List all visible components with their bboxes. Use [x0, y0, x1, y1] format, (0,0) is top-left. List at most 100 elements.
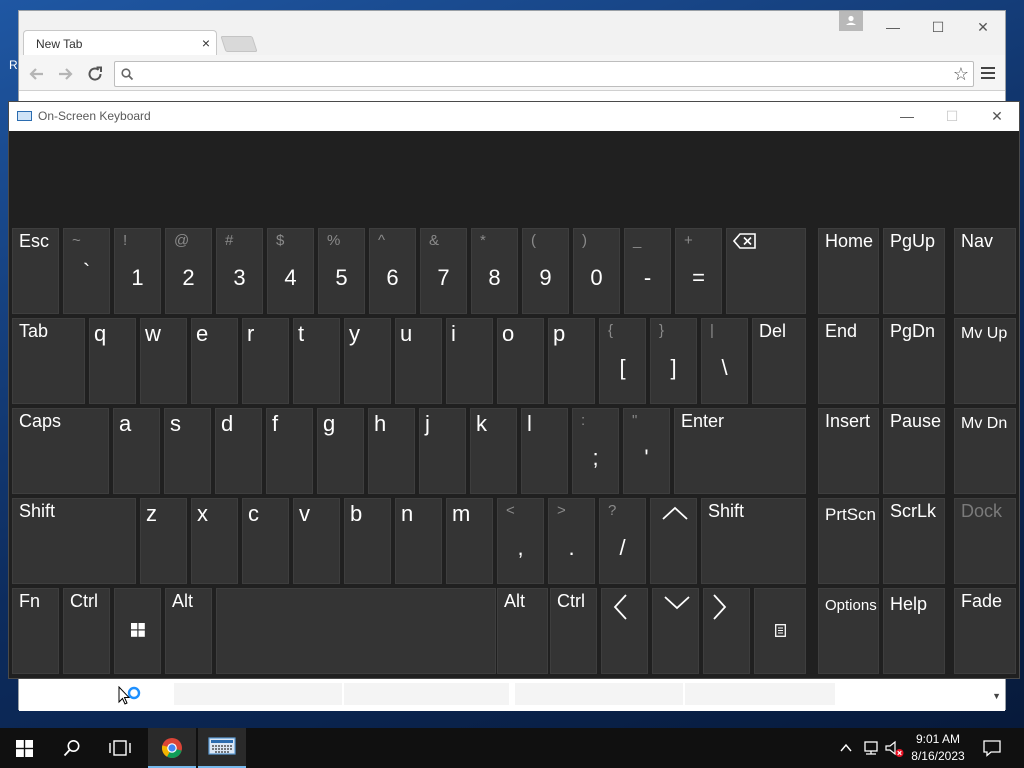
tab-new-tab[interactable]: New Tab ×: [23, 30, 217, 56]
key-f[interactable]: f: [266, 408, 313, 494]
key-q[interactable]: q: [89, 318, 136, 404]
chrome-menu-icon[interactable]: [981, 67, 995, 81]
key-fade[interactable]: Fade: [954, 588, 1016, 674]
key-esc[interactable]: Esc: [12, 228, 59, 314]
key-pgdn[interactable]: PgDn: [883, 318, 945, 404]
key-arrow-left[interactable]: [601, 588, 648, 674]
key-enter[interactable]: Enter: [674, 408, 806, 494]
key-right-alt[interactable]: Alt: [497, 588, 548, 674]
taskbar-osk-app[interactable]: [198, 728, 246, 768]
key-k[interactable]: k: [470, 408, 517, 494]
bookmark-star-icon[interactable]: ☆: [953, 63, 969, 85]
key-l[interactable]: l: [521, 408, 568, 494]
network-icon[interactable]: [861, 740, 881, 756]
key-caps[interactable]: Caps: [12, 408, 109, 494]
key-prtscn[interactable]: PrtScn: [818, 498, 879, 584]
start-button[interactable]: [0, 728, 48, 768]
key-p[interactable]: p: [548, 318, 595, 404]
address-input[interactable]: [139, 64, 939, 84]
key-fn[interactable]: Fn: [12, 588, 59, 674]
key-left-ctrl[interactable]: Ctrl: [63, 588, 110, 674]
osk-close-button[interactable]: ✕: [986, 106, 1008, 126]
key-help[interactable]: Help: [883, 588, 945, 674]
key-right-bracket[interactable]: }]: [650, 318, 697, 404]
key-del[interactable]: Del: [752, 318, 806, 404]
key-7[interactable]: & 7: [420, 228, 467, 314]
key-d[interactable]: d: [215, 408, 262, 494]
key-b[interactable]: b: [344, 498, 391, 584]
key-u[interactable]: u: [395, 318, 442, 404]
key-slash[interactable]: ? /: [599, 498, 646, 584]
key-scrlk[interactable]: ScrLk: [883, 498, 945, 584]
key-6[interactable]: ^ 6: [369, 228, 416, 314]
tab-close-icon[interactable]: ×: [202, 35, 210, 51]
key-0[interactable]: ) 0: [573, 228, 620, 314]
key-space[interactable]: [216, 588, 496, 674]
key-end[interactable]: End: [818, 318, 879, 404]
key-v[interactable]: v: [293, 498, 340, 584]
key-c[interactable]: c: [242, 498, 289, 584]
key-e[interactable]: e: [191, 318, 238, 404]
key-left-shift[interactable]: Shift: [12, 498, 136, 584]
key-8[interactable]: * 8: [471, 228, 518, 314]
task-view-button[interactable]: [96, 728, 144, 768]
key-arrow-up[interactable]: [650, 498, 697, 584]
action-center-icon[interactable]: [982, 739, 1002, 757]
key-minus[interactable]: _ -: [624, 228, 671, 314]
key-options[interactable]: Options: [818, 588, 879, 674]
chrome-maximize-button[interactable]: ☐: [926, 15, 950, 39]
taskbar-chrome-app[interactable]: [148, 728, 196, 768]
back-button[interactable]: [26, 63, 48, 85]
key-arrow-down[interactable]: [652, 588, 699, 674]
key-3[interactable]: #3: [216, 228, 263, 314]
key-left-bracket[interactable]: {[: [599, 318, 646, 404]
key-mv-up[interactable]: Mv Up: [954, 318, 1016, 404]
key-period[interactable]: >.: [548, 498, 595, 584]
chrome-close-button[interactable]: ✕: [971, 15, 995, 39]
key-w[interactable]: w: [140, 318, 187, 404]
key-right-shift[interactable]: Shift: [701, 498, 806, 584]
key-arrow-right[interactable]: [703, 588, 750, 674]
key-semicolon[interactable]: :;: [572, 408, 619, 494]
key-g[interactable]: g: [317, 408, 364, 494]
key-left-alt[interactable]: Alt: [165, 588, 212, 674]
key-x[interactable]: x: [191, 498, 238, 584]
chrome-titlebar[interactable]: New Tab × — ☐ ✕: [19, 11, 1005, 56]
key-tab[interactable]: Tab: [12, 318, 85, 404]
key-backspace[interactable]: [726, 228, 806, 314]
osk-maximize-button[interactable]: ☐: [941, 106, 963, 126]
profile-button[interactable]: [839, 11, 863, 31]
chevron-up-icon[interactable]: [838, 740, 854, 756]
key-backslash[interactable]: | \: [701, 318, 748, 404]
key-i[interactable]: i: [446, 318, 493, 404]
key-equals[interactable]: + =: [675, 228, 722, 314]
key-5[interactable]: % 5: [318, 228, 365, 314]
volume-muted-icon[interactable]: [884, 740, 904, 758]
key-z[interactable]: z: [140, 498, 187, 584]
forward-button[interactable]: [54, 63, 76, 85]
osk-titlebar[interactable]: On-Screen Keyboard — ☐ ✕: [9, 102, 1019, 131]
clock-time[interactable]: 9:01 AM: [902, 732, 974, 746]
key-mv-dn[interactable]: Mv Dn: [954, 408, 1016, 494]
key-1[interactable]: ! 1: [114, 228, 161, 314]
key-h[interactable]: h: [368, 408, 415, 494]
key-r[interactable]: r: [242, 318, 289, 404]
key-quote[interactable]: " ': [623, 408, 670, 494]
new-tab-button[interactable]: [220, 36, 258, 52]
key-insert[interactable]: Insert: [818, 408, 879, 494]
key-o[interactable]: o: [497, 318, 544, 404]
key-home[interactable]: Home: [818, 228, 879, 314]
osk-minimize-button[interactable]: —: [896, 106, 918, 126]
key-right-ctrl[interactable]: Ctrl: [550, 588, 597, 674]
key-a[interactable]: a: [113, 408, 160, 494]
chrome-minimize-button[interactable]: —: [881, 15, 905, 39]
scroll-down-icon[interactable]: ▼: [992, 691, 1001, 701]
key-4[interactable]: $4: [267, 228, 314, 314]
key-nav[interactable]: Nav: [954, 228, 1016, 314]
key-y[interactable]: y: [344, 318, 391, 404]
reload-button[interactable]: [84, 63, 106, 85]
key-pgup[interactable]: PgUp: [883, 228, 945, 314]
key-backtick[interactable]: ~ `: [63, 228, 110, 314]
key-comma[interactable]: <,: [497, 498, 544, 584]
search-button[interactable]: [48, 728, 96, 768]
